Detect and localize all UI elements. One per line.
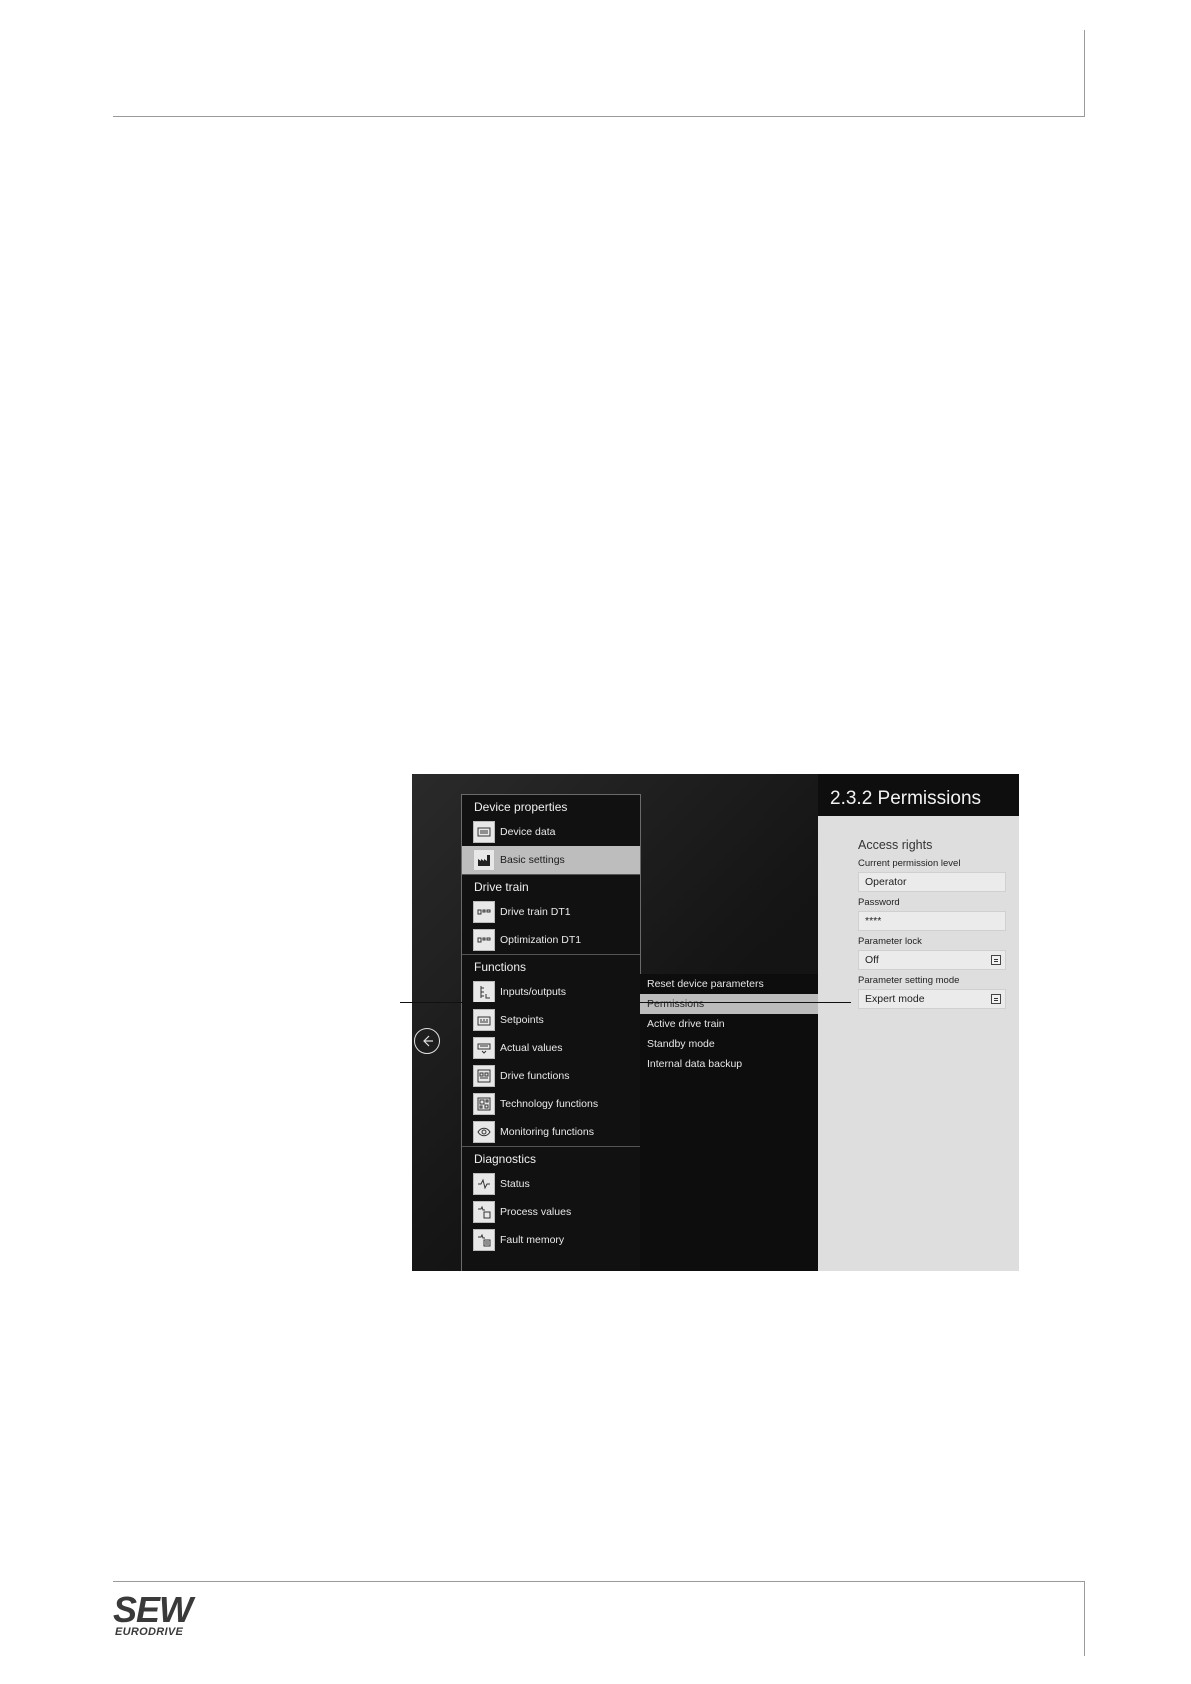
- nav-item-label: Drive train DT1: [500, 906, 571, 918]
- back-arrow-icon[interactable]: [414, 1028, 440, 1054]
- nav-group-diagnostics: Diagnostics: [462, 1146, 640, 1170]
- nav-item-label: Device data: [500, 826, 556, 838]
- io-icon: [473, 981, 495, 1003]
- password-field[interactable]: ****: [858, 911, 1006, 931]
- nav-item-device-data[interactable]: Device data: [462, 818, 640, 846]
- parameter-lock-value: Off: [865, 954, 879, 966]
- drive-train-icon: [473, 901, 495, 923]
- nav-item-label: Setpoints: [500, 1014, 544, 1026]
- header-rule: [113, 116, 1085, 117]
- nav-item-basic-settings[interactable]: Basic settings: [462, 846, 640, 874]
- nav-item-technology-functions[interactable]: Technology functions: [462, 1090, 640, 1118]
- footer-rule: [113, 1581, 1085, 1582]
- footer-side-rule: [1084, 1581, 1085, 1656]
- nav-item-label: Technology functions: [500, 1098, 599, 1110]
- submenu-item-standby-mode[interactable]: Standby mode: [640, 1034, 819, 1054]
- nav-item-label: Actual values: [500, 1042, 563, 1054]
- nav-item-fault-memory[interactable]: Fault memory: [462, 1226, 640, 1254]
- process-values-icon: [473, 1201, 495, 1223]
- permission-level-field: Operator: [858, 872, 1006, 892]
- nav-item-label: Drive functions: [500, 1070, 570, 1082]
- parameter-setting-mode-select[interactable]: Expert mode: [858, 989, 1006, 1009]
- submenu: Reset device parameters Permissions Acti…: [640, 974, 819, 1271]
- setpoints-icon: [473, 1009, 495, 1031]
- nav-item-optimization-dt1[interactable]: Optimization DT1: [462, 926, 640, 954]
- software-screenshot: Device properties Device data Basic sett…: [412, 774, 1019, 1271]
- drive-functions-icon: [473, 1065, 495, 1087]
- nav-item-label: Monitoring functions: [500, 1126, 594, 1138]
- nav-item-label: Process values: [500, 1206, 572, 1218]
- eye-icon: [473, 1121, 495, 1143]
- nav-group-device-properties: Device properties: [462, 794, 640, 818]
- nav-item-process-values[interactable]: Process values: [462, 1198, 640, 1226]
- permissions-panel: Access rights Current permission level O…: [818, 816, 1019, 1271]
- dropdown-icon[interactable]: [991, 994, 1001, 1004]
- parameter-lock-select[interactable]: Off: [858, 950, 1006, 970]
- password-value: ****: [865, 915, 882, 927]
- nav-group-functions: Functions: [462, 954, 640, 978]
- nav-item-drive-functions[interactable]: Drive functions: [462, 1062, 640, 1090]
- nav-item-label: Fault memory: [500, 1234, 565, 1246]
- nav-group-drive-train: Drive train: [462, 874, 640, 898]
- submenu-item-reset-device-parameters[interactable]: Reset device parameters: [640, 974, 819, 994]
- nav-item-monitoring-functions[interactable]: Monitoring functions: [462, 1118, 640, 1146]
- nav-item-actual-values[interactable]: Actual values: [462, 1034, 640, 1062]
- drive-train-icon: [473, 929, 495, 951]
- header-side-rule: [1084, 30, 1085, 117]
- nav-item-label: Basic settings: [500, 854, 565, 866]
- field-label-password: Password: [858, 897, 900, 908]
- factory-icon: [473, 849, 495, 871]
- pulse-icon: [473, 1173, 495, 1195]
- nav-item-label: Optimization DT1: [500, 934, 582, 946]
- submenu-item-internal-data-backup[interactable]: Internal data backup: [640, 1054, 819, 1074]
- nav-item-drive-train-dt1[interactable]: Drive train DT1: [462, 898, 640, 926]
- logo-primary: SEW: [113, 1589, 193, 1630]
- field-label-permission-level: Current permission level: [858, 858, 961, 869]
- panel-title: 2.3.2 Permissions: [818, 774, 1019, 816]
- actual-values-icon: [473, 1037, 495, 1059]
- dropdown-icon[interactable]: [991, 955, 1001, 965]
- parameter-setting-mode-value: Expert mode: [865, 993, 925, 1005]
- fault-memory-icon: [473, 1229, 495, 1251]
- submenu-item-active-drive-train[interactable]: Active drive train: [640, 1014, 819, 1034]
- sew-eurodrive-logo: SEW EURODRIVE: [113, 1592, 203, 1640]
- nav-item-status[interactable]: Status: [462, 1170, 640, 1198]
- field-label-parameter-lock: Parameter lock: [858, 936, 922, 947]
- nav-item-setpoints[interactable]: Setpoints: [462, 1006, 640, 1034]
- nav-item-label: Status: [500, 1178, 530, 1190]
- section-title: Access rights: [858, 838, 933, 852]
- field-label-parameter-setting-mode: Parameter setting mode: [858, 975, 960, 986]
- callout-line: [400, 1002, 851, 1003]
- submenu-item-permissions[interactable]: Permissions: [640, 994, 819, 1014]
- device-data-icon: [473, 821, 495, 843]
- logo-secondary: EURODRIVE: [115, 1626, 184, 1638]
- navigation-menu: Device properties Device data Basic sett…: [461, 794, 641, 1271]
- technology-functions-icon: [473, 1093, 495, 1115]
- permission-level-value: Operator: [865, 876, 907, 888]
